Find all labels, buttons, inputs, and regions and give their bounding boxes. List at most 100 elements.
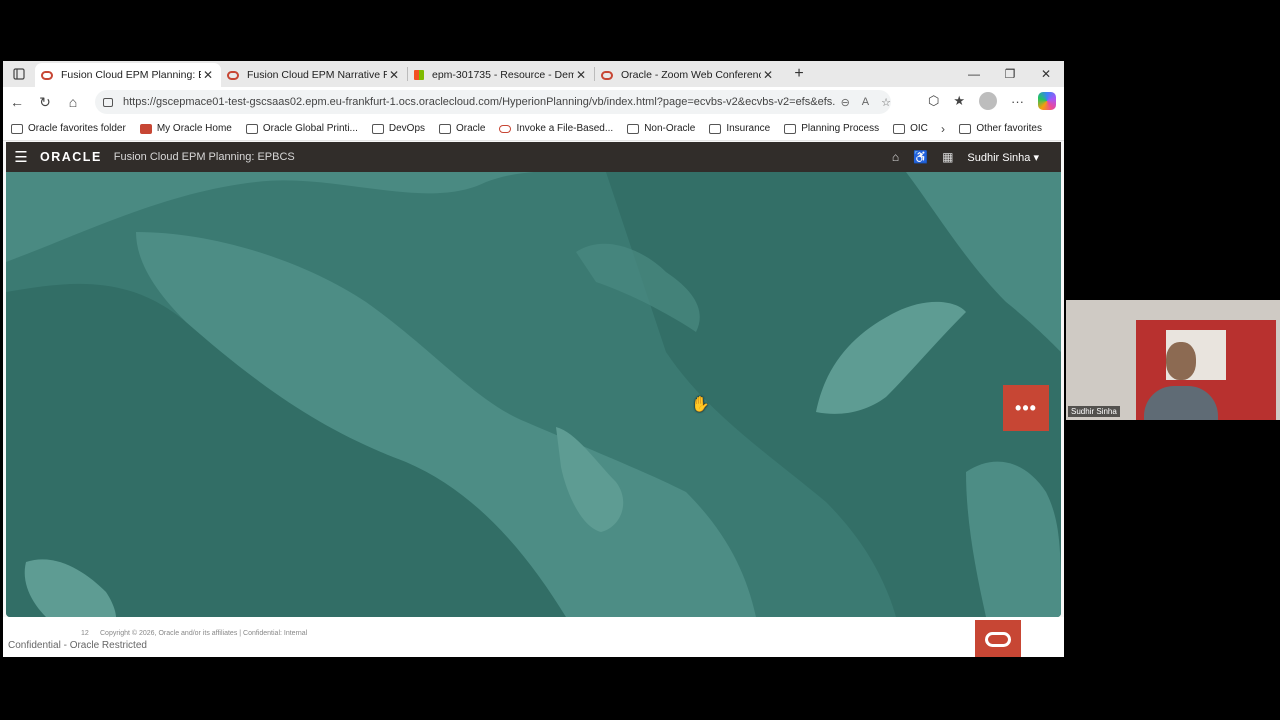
favorites-icon[interactable]: ★ bbox=[953, 93, 965, 109]
profile-avatar[interactable] bbox=[979, 92, 997, 110]
url-text[interactable]: https://gscepmace01-test-gscsaas02.epm.e… bbox=[123, 96, 835, 108]
bookmark-oracle-favorites-folder[interactable]: Oracle favorites folder bbox=[11, 123, 126, 134]
tab-title: epm-301735 - Resource - Demo Center bbox=[432, 69, 574, 81]
presentation-footer: 12 Copyright © 2026, Oracle and/or its a… bbox=[3, 617, 1064, 657]
bookmark-non-oracle[interactable]: Non-Oracle bbox=[627, 123, 695, 134]
bookmark-label: Invoke a File-Based... bbox=[516, 123, 614, 134]
chat-button[interactable]: ••• bbox=[1003, 385, 1049, 431]
tab-title: Fusion Cloud EPM Planning: EPBCS bbox=[61, 69, 201, 81]
bookmark-label: Oracle favorites folder bbox=[28, 123, 126, 134]
background-pattern bbox=[6, 172, 1061, 617]
bookmark-invoke-file-based[interactable]: Invoke a File-Based... bbox=[499, 123, 613, 134]
bookmark-label: Other favorites bbox=[976, 123, 1042, 134]
close-icon[interactable]: ✕ bbox=[201, 68, 215, 82]
window-controls: — ❐ ✕ bbox=[956, 61, 1064, 87]
printer-icon bbox=[245, 123, 258, 134]
tab-strip: Fusion Cloud EPM Planning: EPBCS ✕ Fusio… bbox=[3, 61, 1064, 87]
tab-title: Oracle - Zoom Web Conferencing bbox=[621, 69, 761, 81]
app-title: Fusion Cloud EPM Planning: EPBCS bbox=[113, 151, 295, 163]
read-aloud-icon[interactable]: A bbox=[862, 96, 869, 109]
folder-icon bbox=[709, 123, 722, 134]
hamburger-menu-icon[interactable]: ☰ bbox=[6, 148, 36, 166]
address-bar[interactable]: https://gscepmace01-test-gscsaas02.epm.e… bbox=[95, 90, 891, 114]
home-icon[interactable]: ⌂ bbox=[892, 150, 899, 164]
folder-icon bbox=[371, 123, 384, 134]
oracle-badge-icon bbox=[975, 620, 1021, 657]
folder-icon bbox=[784, 123, 797, 134]
copilot-icon[interactable] bbox=[1038, 92, 1056, 110]
close-icon[interactable]: ✕ bbox=[574, 68, 588, 82]
oracle-ring-icon bbox=[227, 70, 239, 80]
reload-button[interactable]: ↻ bbox=[31, 94, 59, 111]
back-button[interactable]: ← bbox=[3, 94, 31, 110]
folder-icon bbox=[439, 123, 452, 134]
oracle-ring-icon bbox=[601, 70, 613, 80]
tab-actions-icon[interactable] bbox=[3, 61, 35, 87]
browser-toolbar: ⬡ ★ ··· bbox=[928, 92, 1056, 110]
folder-icon bbox=[627, 123, 640, 134]
bookmark-oracle[interactable]: Oracle bbox=[439, 123, 485, 134]
chat-icon: ••• bbox=[1015, 397, 1037, 418]
bookmarks-bar: Oracle favorites folder My Oracle Home O… bbox=[3, 117, 1064, 141]
webcam-video: Sudhir Sinha bbox=[1066, 300, 1280, 420]
bookmark-my-oracle-home[interactable]: My Oracle Home bbox=[139, 123, 232, 134]
restore-button[interactable]: ❐ bbox=[992, 61, 1028, 87]
bookmark-label: Oracle Global Printi... bbox=[262, 123, 358, 134]
bookmark-planning-process[interactable]: Planning Process bbox=[784, 123, 879, 134]
bookmark-other-favorites[interactable]: Other favorites bbox=[959, 123, 1042, 134]
tab-narrative-reporting[interactable]: Fusion Cloud EPM Narrative Reporting ✕ bbox=[221, 63, 407, 87]
bookmark-label: Planning Process bbox=[801, 123, 880, 134]
bookmark-label: OIC bbox=[910, 123, 928, 134]
copyright-text: Copyright © 2026, Oracle and/or its affi… bbox=[100, 630, 308, 637]
confidential-label: Confidential - Oracle Restricted bbox=[8, 640, 147, 651]
app-header: ☰ ORACLE Fusion Cloud EPM Planning: EPBC… bbox=[6, 142, 1061, 172]
oracle-ring-icon bbox=[41, 70, 53, 80]
bookmark-label: DevOps bbox=[388, 123, 426, 134]
folder-icon bbox=[893, 123, 906, 134]
more-menu-icon[interactable]: ··· bbox=[1011, 94, 1024, 109]
minimize-button[interactable]: — bbox=[956, 61, 992, 87]
ms-icon bbox=[414, 70, 424, 80]
tab-demo-center[interactable]: epm-301735 - Resource - Demo Center ✕ bbox=[408, 63, 594, 87]
oracle-ring-icon bbox=[499, 124, 512, 133]
bookmark-label: Non-Oracle bbox=[644, 123, 696, 134]
user-menu[interactable]: Sudhir Sinha ▾ bbox=[967, 151, 1039, 164]
webcam-name-label: Sudhir Sinha bbox=[1068, 406, 1120, 417]
bookmark-insurance[interactable]: Insurance bbox=[709, 123, 770, 134]
bookmarks-more-chevron-icon[interactable]: › bbox=[941, 122, 945, 136]
home-button[interactable]: ⌂ bbox=[59, 94, 87, 110]
navigator-grid-icon[interactable]: ▦ bbox=[942, 150, 953, 164]
screen: Fusion Cloud EPM Planning: EPBCS ✕ Fusio… bbox=[0, 0, 1280, 720]
presenter-figure bbox=[1144, 342, 1218, 420]
lock-icon[interactable] bbox=[103, 97, 113, 107]
extensions-icon[interactable]: ⬡ bbox=[928, 93, 939, 109]
accessibility-icon[interactable]: ♿ bbox=[913, 150, 928, 164]
header-actions: ⌂ ♿ ▦ Sudhir Sinha ▾ bbox=[892, 142, 1039, 172]
tab-title: Fusion Cloud EPM Narrative Reporting bbox=[247, 69, 387, 81]
close-window-button[interactable]: ✕ bbox=[1028, 61, 1064, 87]
content-canvas: ✋ ••• bbox=[6, 172, 1061, 617]
bookmark-devops[interactable]: DevOps bbox=[371, 123, 426, 134]
oracle-logo: ORACLE bbox=[40, 150, 102, 164]
oracle-icon bbox=[139, 123, 152, 134]
zoom-icon[interactable]: ⊖ bbox=[841, 96, 850, 109]
close-icon[interactable]: ✕ bbox=[761, 68, 775, 82]
address-bar-row: ← ↻ ⌂ https://gscepmace01-test-gscsaas02… bbox=[3, 87, 1064, 117]
mouse-cursor: ✋ bbox=[691, 396, 710, 413]
close-icon[interactable]: ✕ bbox=[387, 68, 401, 82]
browser-window: Fusion Cloud EPM Planning: EPBCS ✕ Fusio… bbox=[3, 61, 1064, 657]
slide-number: 12 bbox=[81, 630, 89, 637]
bookmark-oracle-global-printing[interactable]: Oracle Global Printi... bbox=[245, 123, 358, 134]
user-name: Sudhir Sinha bbox=[967, 151, 1031, 164]
tab-epm-planning[interactable]: Fusion Cloud EPM Planning: EPBCS ✕ bbox=[35, 63, 221, 87]
omnibox-icons: ⊖ A ☆ bbox=[841, 96, 891, 109]
favorite-star-icon[interactable]: ☆ bbox=[881, 96, 891, 109]
bookmark-label: Oracle bbox=[456, 123, 486, 134]
folder-icon bbox=[11, 123, 23, 134]
folder-icon bbox=[959, 123, 972, 134]
bookmark-oic[interactable]: OIC bbox=[893, 123, 928, 134]
new-tab-button[interactable]: + bbox=[787, 65, 811, 83]
tab-zoom[interactable]: Oracle - Zoom Web Conferencing ✕ bbox=[595, 63, 781, 87]
chevron-down-icon: ▾ bbox=[1033, 151, 1039, 164]
bookmark-label: Insurance bbox=[726, 123, 771, 134]
